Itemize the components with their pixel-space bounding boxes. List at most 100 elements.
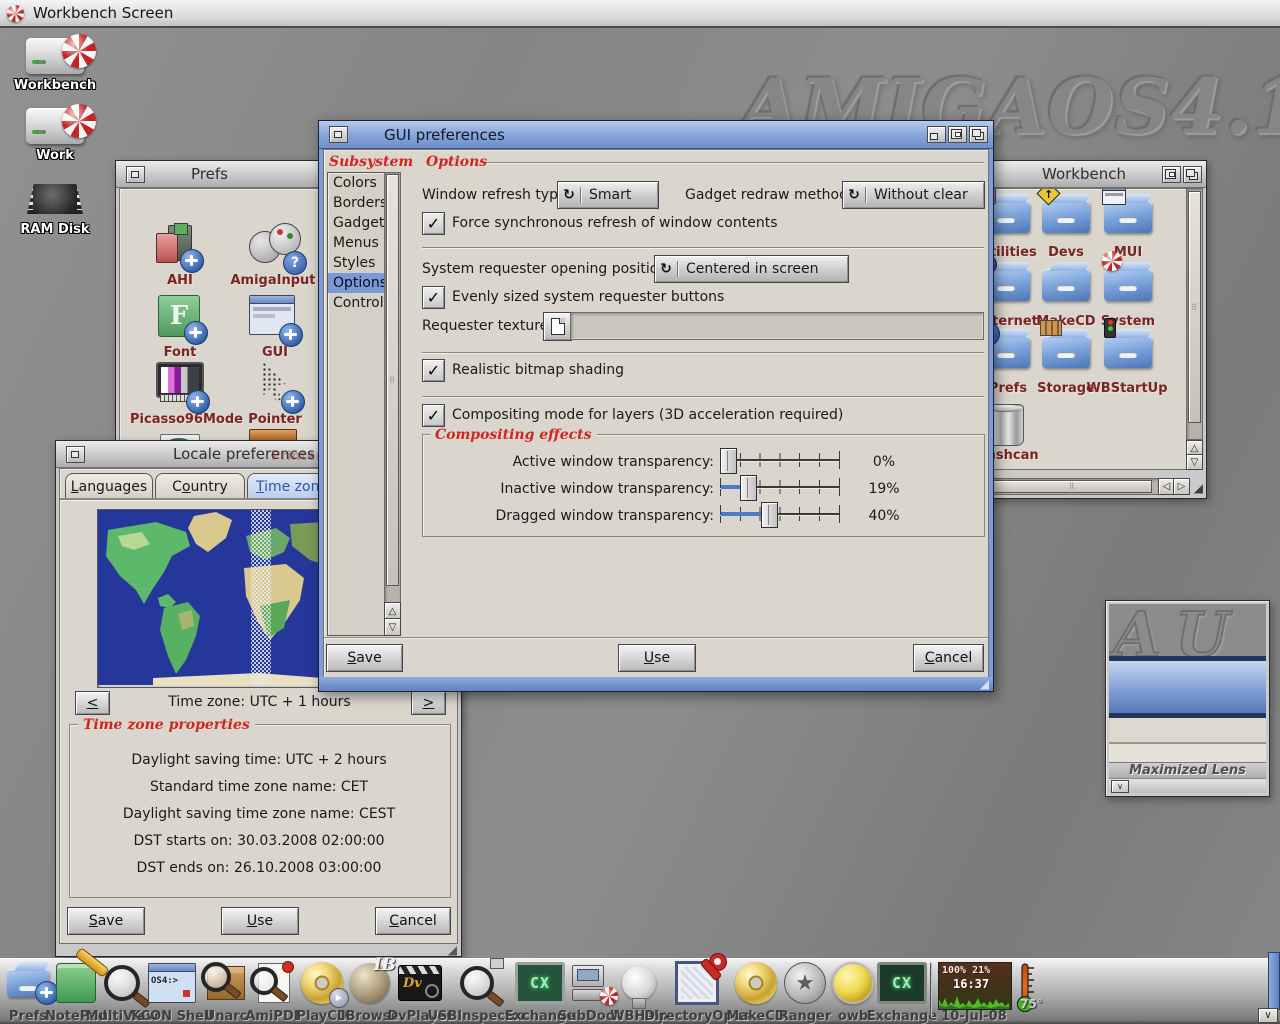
requester-texture-field[interactable]	[570, 312, 984, 340]
slider-knob[interactable]	[761, 502, 778, 528]
zoom-gadget[interactable]	[1162, 166, 1181, 183]
dock-item-exchange-2[interactable]: CX Exchange	[874, 961, 930, 1023]
requester-position-cycle[interactable]: ↻ Centered in screen	[654, 255, 849, 283]
sync-refresh-checkbox[interactable]: ✓	[422, 212, 445, 235]
window-refresh-cycle[interactable]: ↻ Smart	[557, 181, 659, 209]
file-icon	[551, 318, 565, 335]
thermometer-icon[interactable]: 75°	[1014, 961, 1040, 1013]
vertical-scrollbar[interactable]: ⠿	[1186, 188, 1203, 440]
vertical-scroll-knob[interactable]: ⠿	[1188, 191, 1201, 423]
screen-title-bar[interactable]: Workbench Screen	[0, 0, 1280, 28]
depth-gadget[interactable]	[969, 126, 988, 143]
save-button[interactable]: Save	[326, 644, 403, 672]
prefs-badge-icon	[279, 323, 303, 347]
subsystem-scroll-knob[interactable]: ⠿	[386, 174, 399, 586]
drawer-icon-storage[interactable]	[1042, 336, 1090, 368]
drawer-icon-wbstartup[interactable]	[1104, 336, 1152, 368]
use-button[interactable]: Use	[221, 907, 299, 935]
star-icon: ★	[784, 962, 826, 1004]
dragged-transparency-label: Dragged window transparency:	[422, 508, 714, 524]
compositing-label: Compositing mode for layers (3D accelera…	[452, 407, 843, 423]
horizontal-scrollbar[interactable]: ⠿	[989, 478, 1159, 495]
workbench-title-bar[interactable]: Workbench	[986, 161, 1206, 188]
prefs-icon-font[interactable]: F	[156, 295, 208, 341]
resize-gadget[interactable]: ◢	[448, 944, 457, 956]
list-item-colors[interactable]: Colors	[328, 173, 384, 193]
subsystem-scroll-down-button[interactable]: ▽	[384, 618, 401, 636]
compositing-checkbox[interactable]: ✓	[422, 404, 445, 427]
lens-collapse-button[interactable]: ∨	[1111, 780, 1129, 793]
tab-languages[interactable]: Languages	[65, 473, 153, 499]
prefs-icon-amigainput[interactable]: ?	[247, 223, 303, 269]
lens-window[interactable]: AU Maximized Lens ∨	[1105, 600, 1270, 797]
offscreen-window-collapse-button[interactable]: ∨	[1258, 1008, 1278, 1023]
evenly-sized-checkbox[interactable]: ✓	[422, 286, 445, 309]
tab-country[interactable]: Country	[155, 473, 245, 499]
timezone-next-button[interactable]: >	[411, 691, 446, 715]
inactive-transparency-slider[interactable]	[720, 475, 840, 499]
zoom-gadget[interactable]	[948, 126, 967, 143]
gadget-redraw-label: Gadget redraw method:	[685, 187, 853, 203]
drawer-icon-prefs[interactable]	[989, 336, 1030, 368]
desktop-icon-ram-disk[interactable]: RAM Disk	[0, 178, 110, 237]
boing-ball-icon	[62, 104, 96, 138]
close-gadget[interactable]	[126, 166, 145, 183]
prefs-icon-gui[interactable]	[249, 295, 301, 341]
desktop-icon-work[interactable]: Work	[0, 108, 110, 163]
use-button[interactable]: Use	[618, 644, 696, 672]
list-item-menus[interactable]: Menus	[328, 233, 384, 253]
dock-item-directoryopus[interactable]: DirectoryOpus	[669, 961, 725, 1023]
gadget-redraw-cycle[interactable]: ↻ Without clear	[842, 181, 985, 209]
horizontal-scroll-knob[interactable]: ⠿	[992, 480, 1152, 493]
close-gadget[interactable]	[66, 446, 85, 463]
drawer-icon-mui[interactable]	[1104, 201, 1152, 233]
dock-item-kcon-shell[interactable]: OS4:> KCON Shell	[144, 961, 200, 1023]
dock-item-makecd[interactable]: MakeCD	[728, 961, 784, 1023]
monitor-time: 16:37	[953, 977, 989, 991]
gui-content: Subsystem Options Colors Borders Gadgets…	[323, 149, 989, 678]
close-gadget[interactable]	[329, 126, 348, 143]
cycle-icon: ↻	[843, 187, 866, 203]
drawer-icon-utilities[interactable]	[989, 201, 1030, 233]
cpu-monitor[interactable]: 100% 21% 16:37	[938, 962, 1012, 1010]
yellow-ball-icon	[832, 962, 874, 1004]
boing-ball-icon	[62, 34, 96, 68]
prefs-icon-picasso96mode[interactable]	[156, 362, 208, 408]
drawer-icon-makecd[interactable]	[1042, 269, 1090, 301]
drawer-icon-internet[interactable]	[989, 269, 1030, 301]
prefs-icon-ahi[interactable]	[154, 223, 206, 269]
drawer-icon-devs[interactable]: ↑	[1042, 201, 1090, 233]
offscreen-window-edge[interactable]	[1268, 952, 1280, 1010]
realistic-shading-checkbox[interactable]: ✓	[422, 359, 445, 382]
list-item-borders[interactable]: Borders	[328, 193, 384, 213]
slider-knob[interactable]	[740, 475, 757, 501]
cancel-button[interactable]: Cancel	[375, 907, 451, 935]
save-button[interactable]: Save	[67, 907, 145, 935]
gui-title-bar[interactable]: GUI preferences	[319, 121, 993, 149]
dragged-transparency-slider[interactable]	[720, 502, 840, 526]
list-item-controls[interactable]: Controls	[328, 293, 384, 313]
depth-gadget[interactable]	[1183, 166, 1202, 183]
scroll-down-button[interactable]: ▽	[1186, 454, 1203, 470]
list-item-gadgets[interactable]: Gadgets	[328, 213, 384, 233]
requester-texture-file-button[interactable]	[543, 312, 572, 341]
dock-item-usbinspector[interactable]: USBInspector	[449, 961, 505, 1023]
harddisk-icon	[26, 108, 84, 144]
monitor-graph	[939, 993, 1009, 1009]
active-transparency-slider[interactable]	[720, 448, 840, 472]
active-transparency-value: 0%	[854, 454, 914, 470]
list-item-styles[interactable]: Styles	[328, 253, 384, 273]
resize-gadget[interactable]: ◢	[980, 678, 989, 690]
list-item-options[interactable]: Options	[328, 273, 384, 293]
drawer-icon-system[interactable]	[1104, 269, 1152, 301]
trashcan-icon[interactable]	[989, 404, 1024, 446]
scroll-right-button[interactable]: ▷	[1173, 478, 1190, 495]
resize-gadget[interactable]: ◢	[1194, 482, 1203, 494]
subsystem-scrollbar[interactable]: ⠿	[384, 172, 401, 604]
desktop-icon-workbench[interactable]: Workbench	[0, 38, 110, 93]
cancel-button[interactable]: Cancel	[913, 644, 984, 672]
prefs-icon-pointer[interactable]	[251, 362, 303, 408]
iconify-gadget[interactable]	[927, 126, 946, 143]
slider-knob[interactable]	[720, 448, 737, 474]
screen-title: Workbench Screen	[33, 4, 173, 22]
